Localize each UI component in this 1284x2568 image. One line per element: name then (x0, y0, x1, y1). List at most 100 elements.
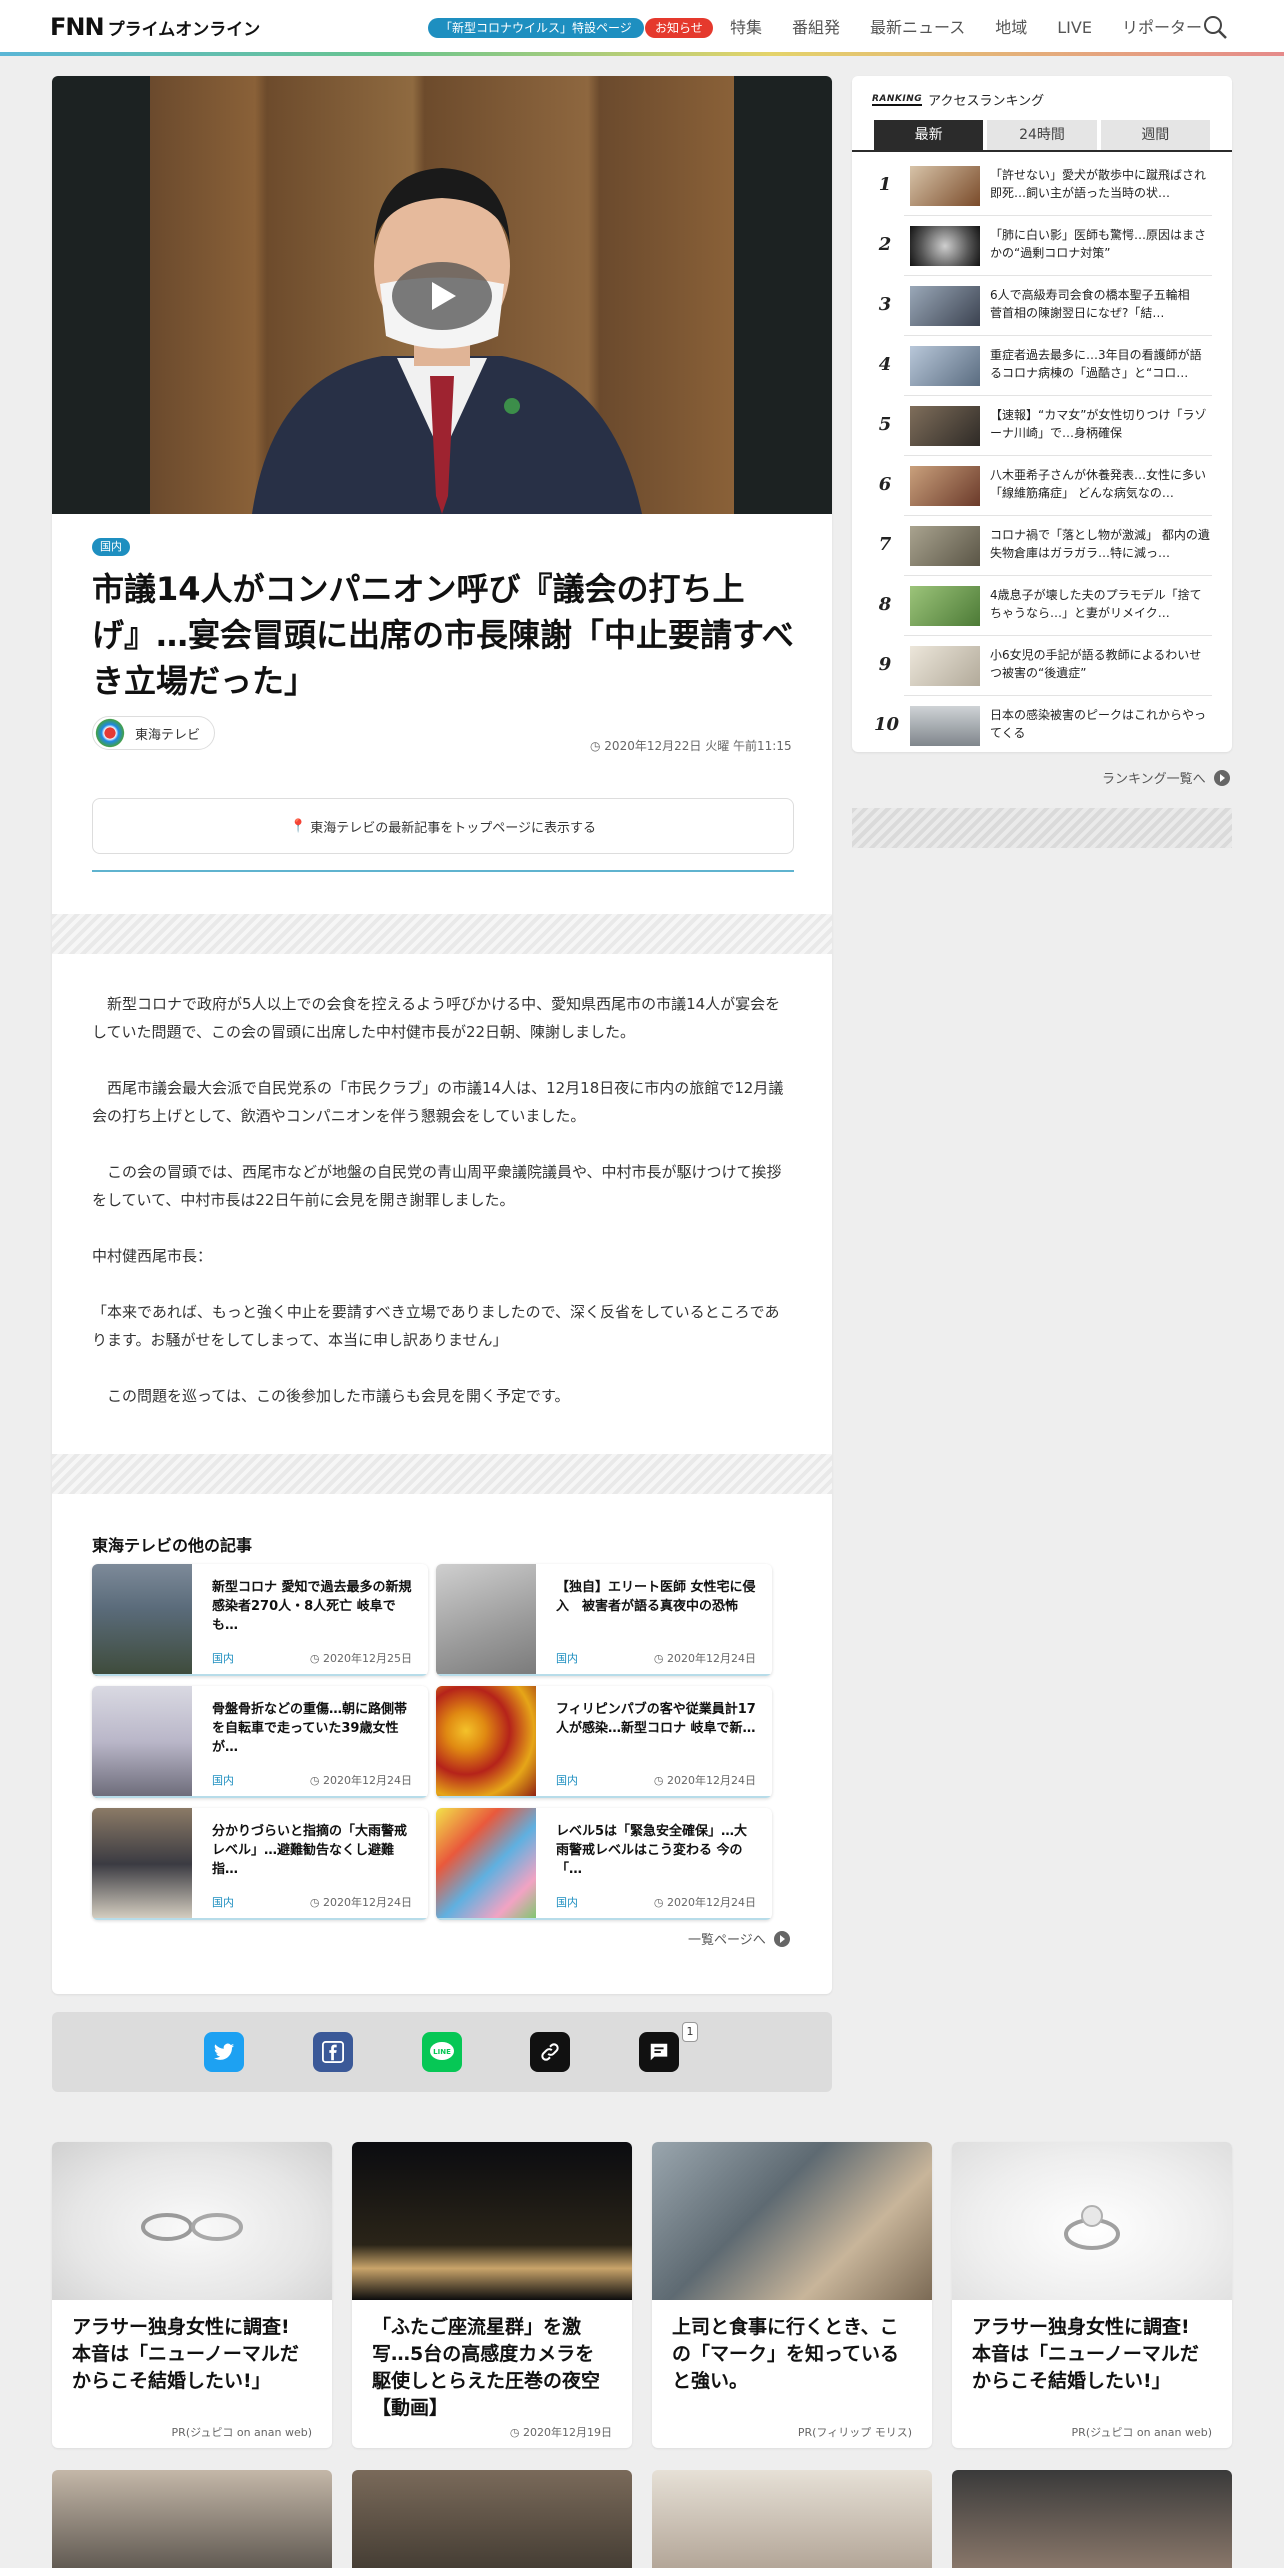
ad-image (652, 2142, 932, 2300)
pin-source-button[interactable]: 📍 東海テレビの最新記事をトップページに表示する (92, 798, 794, 854)
ranking-item[interactable]: 5 【速報】“カマ女”が女性切りつけ「ラゾーナ川崎」で…身柄確保 (852, 396, 1232, 456)
ad-title: 上司と食事に行くとき、この「マーク」を知っていると強い。 (672, 2316, 900, 2392)
ad-card-image[interactable] (952, 2470, 1232, 2568)
ad-card-image[interactable] (652, 2470, 932, 2568)
related-date: ◷ 2020年12月24日 (654, 1650, 756, 1666)
rings-illustration (141, 2213, 243, 2241)
ranking-item[interactable]: 4 重症者過去最多に…3年目の看護師が語るコロナ病棟の「過酷さ」と“コロ… (852, 336, 1232, 396)
ranking-item[interactable]: 9 小6女児の手記が語る教師によるわいせつ被害の“後遺症” (852, 636, 1232, 696)
site-logo[interactable]: FNN プライムオンライン (50, 13, 260, 41)
source-link[interactable]: 東海テレビ (92, 716, 216, 750)
copy-link-button[interactable] (530, 2032, 570, 2072)
ranking-item[interactable]: 7 コロナ禍で「落とし物が激減」 都内の遺失物倉庫はガラガラ…特に減っ… (852, 516, 1232, 576)
nav-item-reporter[interactable]: リポーター (1122, 16, 1202, 40)
ranking-panel: RANKING アクセスランキング 最新 24時間 週間 1 「許せない」愛犬が… (852, 76, 1232, 752)
nav-item-live[interactable]: LIVE (1057, 16, 1092, 40)
tab-weekly[interactable]: 週間 (1100, 120, 1210, 150)
ranking-thumbnail (910, 346, 980, 386)
ad-card-image[interactable] (52, 2470, 332, 2568)
related-title: 新型コロナ 愛知で過去最多の新規感染者270人・8人死亡 岐阜でも… (212, 1580, 412, 1633)
article-paragraph: 中村健西尾市長： (92, 1247, 213, 1265)
related-category: 国内 (212, 1652, 234, 1665)
ranking-number: 7 (878, 534, 892, 555)
related-date: ◷ 2020年12月24日 (654, 1772, 756, 1788)
article-card: 国内 市議14人がコンパニオン呼び『議会の打ち上げ』…宴会冒頭に出席の市長陳謝「… (52, 76, 832, 1994)
ad-card[interactable]: アラサー独身女性に調査! 本音は「ニューノーマルだからこそ結婚したい!」 PR(… (952, 2142, 1232, 2448)
notice-link[interactable]: お知らせ (645, 18, 713, 38)
related-date-text: 2020年12月24日 (323, 1896, 412, 1909)
clock-icon: ◷ (309, 1652, 323, 1665)
datetime-text: 2020年12月22日 火曜 午前11:15 (604, 739, 792, 753)
article-paragraph: 西尾市議会最大会派で自民党系の「市民クラブ」の市議14人は、12月18日夜に市内… (92, 1079, 784, 1125)
ranking-number: 4 (878, 354, 892, 375)
ranking-number: 2 (878, 234, 892, 255)
clock-icon: ◷ (653, 1774, 667, 1787)
related-more-label: 一覧ページへ (688, 1933, 766, 1948)
ad-card[interactable]: 上司と食事に行くとき、この「マーク」を知っていると強い。 PR(フィリップ モリ… (652, 2142, 932, 2448)
related-category: 国内 (556, 1774, 578, 1787)
related-article-card[interactable]: 【独自】エリート医師 女性宅に侵入 被害者が語る真夜中の恐怖 国内 ◷ 2020… (436, 1564, 772, 1676)
nav-item-latest-news[interactable]: 最新ニュース (870, 16, 965, 40)
ad-card-image[interactable] (352, 2470, 632, 2568)
tab-latest[interactable]: 最新 (874, 120, 984, 150)
ranking-item[interactable]: 3 6人で高級寿司会食の橋本聖子五輪相 菅首相の陳謝翌日になぜ?「結… (852, 276, 1232, 336)
ranking-more-link[interactable]: ランキング一覧へ (1102, 768, 1230, 787)
ranking-title: コロナ禍で「落とし物が激減」 都内の遺失物倉庫はガラガラ…特に減っ… (990, 528, 1210, 560)
nav-item-features[interactable]: 特集 (730, 16, 762, 40)
related-article-card[interactable]: フィリピンパブの客や従業員計17人が感染…新型コロナ 岐阜で新… 国内 ◷ 20… (436, 1686, 772, 1798)
related-title: 分かりづらいと指摘の「大雨警戒レベル」…避難勧告なくし避難指… (212, 1824, 408, 1877)
ranking-title: 日本の感染被害のピークはこれからやってくる (990, 708, 1207, 740)
video-player[interactable] (52, 76, 832, 514)
related-category: 国内 (212, 1774, 234, 1787)
tab-underline (852, 150, 1232, 152)
ranking-item[interactable]: 10 日本の感染被害のピークはこれからやってくる (852, 696, 1232, 752)
ranking-badge: RANKING (872, 93, 923, 106)
clock-icon: ◷ (309, 1774, 323, 1787)
ranking-thumbnail (910, 526, 980, 566)
ranking-item[interactable]: 6 八木亜希子さんが休養発表…女性に多い「線維筋痛症」 どんな病気なの… (852, 456, 1232, 516)
related-date: ◷ 2020年12月24日 (310, 1772, 412, 1788)
arrow-right-icon (773, 1930, 790, 1947)
related-article-card[interactable]: 骨盤骨折などの重傷…朝に路側帯を自転車で走っていた39歳女性が… 国内 ◷ 20… (92, 1686, 428, 1798)
article-paragraph: この会の冒頭では、西尾市などが地盤の自民党の青山周平衆議院議員や、中村市長が駆け… (92, 1163, 782, 1209)
related-more-link[interactable]: 一覧ページへ (688, 1929, 790, 1948)
nav-item-region[interactable]: 地域 (995, 16, 1027, 40)
category-badge[interactable]: 国内 (92, 538, 130, 556)
tab-24h[interactable]: 24時間 (987, 120, 1097, 150)
search-icon[interactable] (1202, 14, 1228, 40)
ad-title: 「ふたご座流星群」を激写…5台の高感度カメラを駆使しとらえた圧巻の夜空【動画】 (372, 2316, 601, 2419)
share-bar: LINE 1 (52, 2012, 832, 2092)
covid-special-link[interactable]: 「新型コロナウイルス」特設ページ (428, 18, 644, 38)
article-datetime: ◷ 2020年12月22日 火曜 午前11:15 (590, 737, 792, 754)
ranking-number: 1 (878, 174, 892, 195)
stripe-divider (52, 914, 832, 954)
comment-button[interactable] (639, 2032, 679, 2072)
line-share-button[interactable]: LINE (422, 2032, 462, 2072)
ad-card[interactable]: 「ふたご座流星群」を激写…5台の高感度カメラを駆使しとらえた圧巻の夜空【動画】 … (352, 2142, 632, 2448)
related-article-card[interactable]: レベル5は「緊急安全確保」…大雨警戒レベルはこう変わる 今の「… 国内 ◷ 20… (436, 1808, 772, 1920)
related-article-card[interactable]: 分かりづらいと指摘の「大雨警戒レベル」…避難勧告なくし避難指… 国内 ◷ 202… (92, 1808, 428, 1920)
ranking-thumbnail (910, 406, 980, 446)
ranking-item[interactable]: 1 「許せない」愛犬が散歩中に蹴飛ばされ即死…飼い主が語った当時の状… (852, 156, 1232, 216)
ad-sponsor: PR(ジュピコ on anan web) (171, 2426, 312, 2439)
twitter-share-button[interactable] (204, 2032, 244, 2072)
divider (92, 870, 794, 872)
ad-card[interactable]: アラサー独身女性に調査! 本音は「ニューノーマルだからこそ結婚したい!」 PR(… (52, 2142, 332, 2448)
ranking-header: RANKING アクセスランキング (872, 90, 1044, 109)
related-article-card[interactable]: 新型コロナ 愛知で過去最多の新規感染者270人・8人死亡 岐阜でも… 国内 ◷ … (92, 1564, 428, 1676)
comment-count: 1 (682, 2022, 698, 2042)
pin-button-label: 東海テレビの最新記事をトップページに表示する (310, 820, 597, 836)
ranking-title: 【速報】“カマ女”が女性切りつけ「ラゾーナ川崎」で…身柄確保 (990, 408, 1207, 440)
related-title: 骨盤骨折などの重傷…朝に路側帯を自転車で走っていた39歳女性が… (212, 1702, 408, 1755)
source-name: 東海テレビ (135, 727, 201, 743)
related-date-text: 2020年12月24日 (667, 1896, 756, 1909)
video-play-button[interactable] (392, 262, 492, 330)
related-thumbnail (92, 1808, 192, 1920)
twitter-icon (213, 2043, 235, 2060)
header-color-line (0, 52, 1284, 56)
facebook-share-button[interactable] (313, 2032, 353, 2072)
related-date-text: 2020年12月24日 (667, 1774, 756, 1787)
ranking-item[interactable]: 2 「肺に白い影」医師も驚愕…原因はまさかの“過剰コロナ対策” (852, 216, 1232, 276)
ranking-item[interactable]: 8 4歳息子が壊した夫のプラモデル「捨てちゃうなら…」と妻がリメイク… (852, 576, 1232, 636)
nav-item-programs[interactable]: 番組発 (792, 16, 840, 40)
